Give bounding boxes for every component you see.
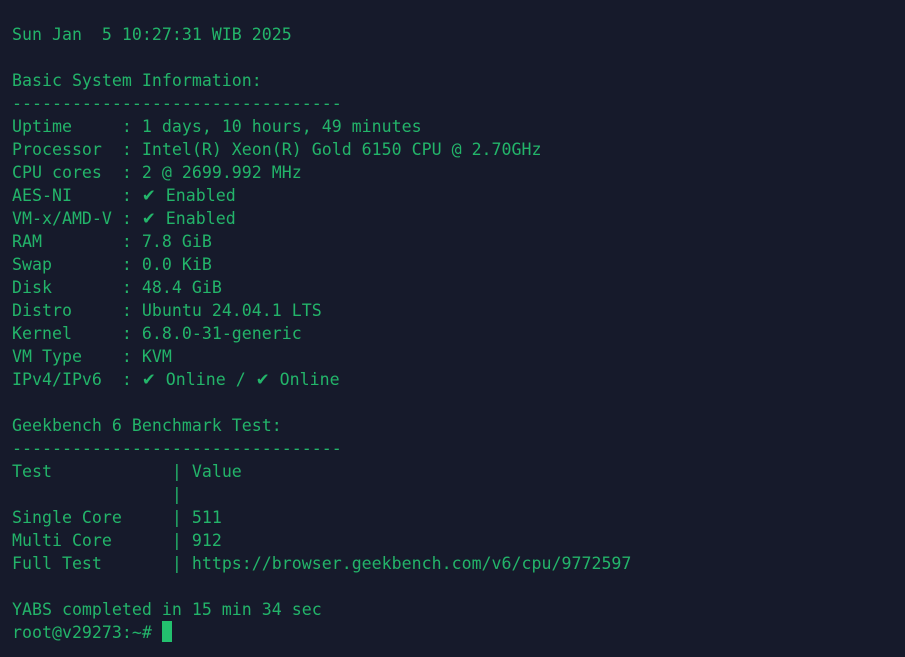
benchmark-value: 511: [191, 508, 222, 527]
geekbench-title: Geekbench 6 Benchmark Test:: [12, 416, 282, 435]
info-label: CPU cores: [12, 163, 122, 182]
info-label: AES-NI: [12, 186, 122, 205]
terminal-output[interactable]: Sun Jan 5 10:27:31 WIB 2025 Basic System…: [12, 23, 631, 644]
benchmark-row: |: [12, 483, 631, 506]
info-row: Processor : Intel(R) Xeon(R) Gold 6150 C…: [12, 140, 542, 159]
benchmark-row: Single Core | 511: [12, 508, 222, 527]
info-row: AES-NI : ✔ Enabled: [12, 186, 236, 205]
header-test: Test: [12, 462, 172, 481]
info-label: IPv4/IPv6: [12, 370, 122, 389]
info-row: Disk : 48.4 GiB: [12, 278, 222, 297]
info-label: Kernel: [12, 324, 122, 343]
info-label: Distro: [12, 301, 122, 320]
ipv4-status: Online: [165, 370, 226, 389]
info-value: Intel(R) Xeon(R) Gold 6150 CPU @ 2.70GHz: [141, 140, 542, 159]
info-value: Enabled: [165, 209, 236, 228]
info-value: Ubuntu 24.04.1 LTS: [141, 301, 322, 320]
ipv6-status: Online: [279, 370, 340, 389]
info-value: 48.4 GiB: [141, 278, 222, 297]
basic-info-title: Basic System Information:: [12, 71, 262, 90]
info-value: 0.0 KiB: [141, 255, 212, 274]
info-label: RAM: [12, 232, 122, 251]
info-row: RAM : 7.8 GiB: [12, 232, 212, 251]
info-label: Processor: [12, 140, 122, 159]
prompt-line[interactable]: root@v29273:~#: [12, 621, 631, 644]
checkmark-icon: ✔: [141, 370, 156, 389]
info-row: Swap : 0.0 KiB: [12, 255, 212, 274]
info-row-ipv4-ipv6: IPv4/IPv6 : ✔ Online / ✔ Online: [12, 370, 340, 389]
info-row: CPU cores : 2 @ 2699.992 MHz: [12, 163, 302, 182]
info-value: Enabled: [165, 186, 236, 205]
separator: /: [225, 370, 256, 389]
info-row: VM-x/AMD-V : ✔ Enabled: [12, 209, 236, 228]
info-label: VM-x/AMD-V: [12, 209, 122, 228]
benchmark-row: Full Test | https://browser.geekbench.co…: [12, 554, 632, 573]
info-label: Swap: [12, 255, 122, 274]
benchmark-value[interactable]: https://browser.geekbench.com/v6/cpu/977…: [192, 554, 632, 573]
info-label: Disk: [12, 278, 122, 297]
checkmark-icon: ✔: [141, 186, 156, 205]
benchmark-value: 912: [191, 531, 222, 550]
info-row: Kernel : 6.8.0-31-generic: [12, 324, 302, 343]
info-value: 1 days, 10 hours, 49 minutes: [141, 117, 422, 136]
benchmark-test: Multi Core: [12, 531, 172, 550]
geekbench-header: Test | Value: [12, 462, 242, 481]
shell-prompt: root@v29273:~#: [12, 623, 162, 642]
info-label: Uptime: [12, 117, 122, 136]
text-cursor: [161, 621, 172, 642]
info-row: VM Type : KVM: [12, 347, 172, 366]
geekbench-divider: ---------------------------------: [12, 439, 342, 458]
date-line: Sun Jan 5 10:27:31 WIB 2025: [12, 25, 292, 44]
checkmark-icon: ✔: [141, 209, 156, 228]
info-value: 7.8 GiB: [141, 232, 212, 251]
benchmark-row: Multi Core | 912: [12, 531, 222, 550]
basic-info-divider: ---------------------------------: [12, 94, 342, 113]
completed-line: YABS completed in 15 min 34 sec: [12, 600, 322, 619]
info-value: 6.8.0-31-generic: [141, 324, 302, 343]
benchmark-test: [12, 485, 172, 504]
info-row: Distro : Ubuntu 24.04.1 LTS: [12, 301, 322, 320]
header-value: Value: [191, 462, 242, 481]
benchmark-test: Full Test: [12, 554, 172, 573]
info-value: 2 @ 2699.992 MHz: [141, 163, 302, 182]
benchmark-test: Single Core: [12, 508, 172, 527]
checkmark-icon: ✔: [255, 370, 270, 389]
info-row: Uptime : 1 days, 10 hours, 49 minutes: [12, 117, 422, 136]
info-label: VM Type: [12, 347, 122, 366]
info-value: KVM: [141, 347, 172, 366]
